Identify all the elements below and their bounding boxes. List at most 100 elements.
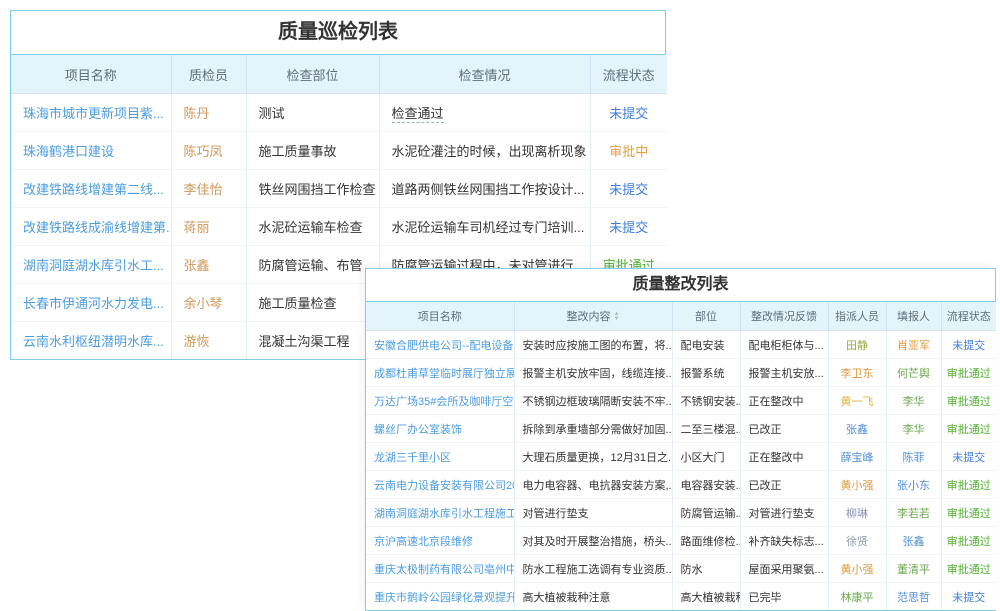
project-link[interactable]: 云南电力设备安装有限公司20... xyxy=(374,480,514,492)
project-name-cell: 螺丝厂办公室装饰 xyxy=(366,415,514,443)
reporter-cell: 张小东 xyxy=(886,471,941,499)
flow-status-cell: 未提交 xyxy=(590,170,667,208)
assignee-cell: 李卫东 xyxy=(828,359,886,387)
column-header-inspector: 质检员 xyxy=(171,55,246,94)
column-header-label: 填报人 xyxy=(897,311,930,323)
status-badge: 未提交 xyxy=(952,340,985,352)
assignee-cell: 黄小强 xyxy=(828,471,886,499)
project-link[interactable]: 万达广场35#会所及咖啡厅空... xyxy=(374,396,514,408)
project-link[interactable]: 改建铁路线成渝线增建第... xyxy=(23,220,171,235)
column-header-label: 整改情况反馈 xyxy=(751,311,817,323)
feedback-cell: 已完毕 xyxy=(740,583,828,611)
feedback-cell: 已改正 xyxy=(740,415,828,443)
inspection-header-row: 项目名称质检员检查部位检查情况流程状态 xyxy=(11,55,667,94)
column-header-label: 流程状态 xyxy=(947,311,991,323)
column-header-label: 检查部位 xyxy=(286,68,338,83)
column-header-label: 部位 xyxy=(695,311,717,323)
column-header-part: 检查部位 xyxy=(246,55,379,94)
rectify-content-cell: 防水工程施工选调有专业资质... xyxy=(514,555,672,583)
inspection-situation-cell: 水泥砼灌注的时候，出现离析现象 xyxy=(379,132,590,170)
reporter-cell: 张鑫 xyxy=(886,527,941,555)
project-link[interactable]: 京沪高速北京段维修 xyxy=(374,536,473,548)
assignee-cell: 林康平 xyxy=(828,583,886,611)
inspector-cell: 蒋丽 xyxy=(171,208,246,246)
situation-text: 水泥砼灌注的时候，出现离析现象 xyxy=(392,144,587,159)
column-header-label: 检查情况 xyxy=(458,68,510,83)
status-badge: 审批通过 xyxy=(947,536,991,548)
column-header-part: 部位 xyxy=(672,302,740,331)
feedback-cell: 已改正 xyxy=(740,471,828,499)
project-link[interactable]: 湖南洞庭湖水库引水工程施工1标 xyxy=(374,508,514,520)
status-badge: 审批通过 xyxy=(947,564,991,576)
inspection-part-cell: 水泥砼运输车检查 xyxy=(246,208,379,246)
inspection-situation-cell: 检查通过 xyxy=(379,94,590,132)
project-link[interactable]: 成都杜甫草堂临时展厅独立展... xyxy=(374,368,514,380)
status-badge: 未提交 xyxy=(609,182,648,197)
inspection-row: 改建铁路线增建第二线...李佳怡铁丝网围挡工作检查道路两侧铁丝网围挡工作按设计.… xyxy=(11,170,667,208)
status-badge: 审批通过 xyxy=(947,508,991,520)
column-header-status: 流程状态 xyxy=(941,302,996,331)
rectify-content-cell: 对其及时开展整治措施，桥头... xyxy=(514,527,672,555)
rectify-content-cell: 电力电容器、电抗器安装方案,... xyxy=(514,471,672,499)
part-cell: 防水 xyxy=(672,555,740,583)
flow-status-cell: 未提交 xyxy=(590,208,667,246)
reporter-cell: 肖亚军 xyxy=(886,331,941,359)
rectification-row: 湖南洞庭湖水库引水工程施工1标对管进行垫支防腐管运输...对管进行垫支柳琳李若若… xyxy=(366,499,996,527)
rectification-list-card: 质量整改列表 项目名称整改内容▲▼部位整改情况反馈指派人员填报人流程状态 安徽合… xyxy=(365,268,996,611)
project-link[interactable]: 珠海市城市更新项目紫... xyxy=(23,106,164,121)
inspection-row: 珠海市城市更新项目紫...陈丹测试检查通过未提交 xyxy=(11,94,667,132)
reporter-cell: 何芒舆 xyxy=(886,359,941,387)
project-link[interactable]: 重庆市鹅岭公园绿化景观提升... xyxy=(374,592,514,604)
inspection-part-cell: 防腐管运输、布管 xyxy=(246,246,379,284)
project-name-cell: 重庆市鹅岭公园绿化景观提升... xyxy=(366,583,514,611)
project-name-cell: 湖南洞庭湖水库引水工... xyxy=(11,246,171,284)
project-link[interactable]: 龙湖三千里小区 xyxy=(374,452,451,464)
project-link[interactable]: 长春市伊通河水力发电... xyxy=(23,296,164,311)
column-header-assignee: 指派人员 xyxy=(828,302,886,331)
rectification-row: 成都杜甫草堂临时展厅独立展...报警主机安放牢固，线缆连接...报警系统报警主机… xyxy=(366,359,996,387)
inspection-part-cell: 测试 xyxy=(246,94,379,132)
part-cell: 配电安装 xyxy=(672,331,740,359)
status-badge: 审批中 xyxy=(609,144,648,159)
flow-status-cell: 审批通过 xyxy=(941,527,996,555)
part-cell: 路面维修检... xyxy=(672,527,740,555)
project-link[interactable]: 湖南洞庭湖水库引水工... xyxy=(23,258,164,273)
project-link[interactable]: 重庆太极制药有限公司亳州中... xyxy=(374,564,514,576)
reporter-cell: 李若若 xyxy=(886,499,941,527)
part-cell: 二至三楼混... xyxy=(672,415,740,443)
sort-icon[interactable]: ▲▼ xyxy=(614,312,620,322)
project-link[interactable]: 云南水利枢纽潜明水库... xyxy=(23,334,164,349)
status-badge: 未提交 xyxy=(609,220,648,235)
project-link[interactable]: 改建铁路线增建第二线... xyxy=(23,182,164,197)
flow-status-cell: 未提交 xyxy=(941,583,996,611)
inspection-situation-cell: 道路两侧铁丝网围挡工作按设计... xyxy=(379,170,590,208)
project-link[interactable]: 螺丝厂办公室装饰 xyxy=(374,424,462,436)
rectification-row: 万达广场35#会所及咖啡厅空...不锈钢边框玻璃隔断安装不牢...不锈钢安装..… xyxy=(366,387,996,415)
feedback-cell: 正在整改中 xyxy=(740,443,828,471)
part-cell: 防腐管运输... xyxy=(672,499,740,527)
reporter-cell: 李华 xyxy=(886,415,941,443)
project-link[interactable]: 珠海鹤港口建设 xyxy=(23,144,114,159)
situation-text: 检查通过 xyxy=(392,106,444,123)
project-name-cell: 安徽合肥供电公司--配电设备... xyxy=(366,331,514,359)
flow-status-cell: 审批通过 xyxy=(941,359,996,387)
column-header-reporter: 填报人 xyxy=(886,302,941,331)
flow-status-cell: 未提交 xyxy=(941,443,996,471)
column-header-status: 流程状态 xyxy=(590,55,667,94)
rectify-content-cell: 高大植被栽种注意 xyxy=(514,583,672,611)
column-header-content: 整改内容▲▼ xyxy=(514,302,672,331)
part-cell: 小区大门 xyxy=(672,443,740,471)
rectify-content-cell: 不锈钢边框玻璃隔断安装不牢... xyxy=(514,387,672,415)
feedback-cell: 补齐缺失标志... xyxy=(740,527,828,555)
assignee-cell: 薛宝峰 xyxy=(828,443,886,471)
inspection-row: 改建铁路线成渝线增建第...蒋丽水泥砼运输车检查水泥砼运输车司机经过专门培训..… xyxy=(11,208,667,246)
status-badge: 审批通过 xyxy=(947,424,991,436)
reporter-cell: 李华 xyxy=(886,387,941,415)
inspection-part-cell: 铁丝网围挡工作检查 xyxy=(246,170,379,208)
feedback-cell: 屋面采用聚氨... xyxy=(740,555,828,583)
project-link[interactable]: 安徽合肥供电公司--配电设备... xyxy=(374,340,514,352)
inspector-cell: 张鑫 xyxy=(171,246,246,284)
rectification-row: 重庆市鹅岭公园绿化景观提升...高大植被栽种注意高大植被栽种已完毕林康平范思哲未… xyxy=(366,583,996,611)
column-header-situation: 检查情况 xyxy=(379,55,590,94)
column-header-label: 项目名称 xyxy=(418,311,462,323)
